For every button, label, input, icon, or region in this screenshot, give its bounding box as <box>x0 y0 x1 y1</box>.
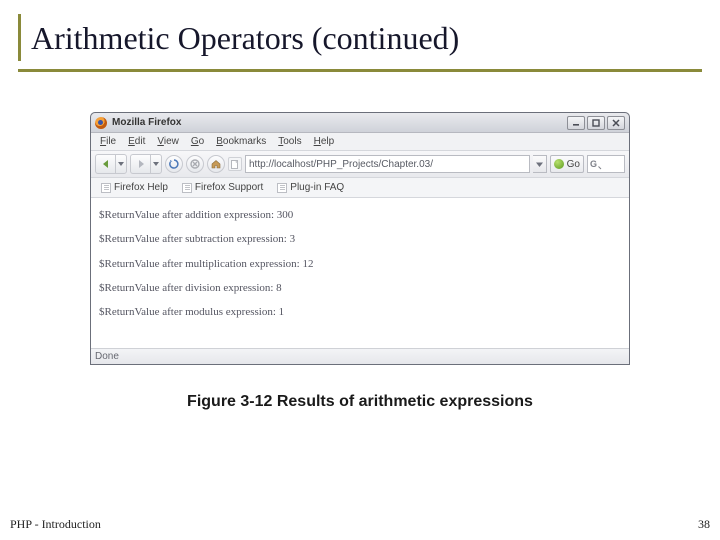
menu-go[interactable]: Go <box>186 135 209 148</box>
output-line: $ReturnValue after addition expression: … <box>99 208 621 222</box>
footer-left: PHP - Introduction <box>10 517 101 532</box>
page-icon <box>101 183 111 193</box>
firefox-icon <box>95 117 107 129</box>
slide-title: Arithmetic Operators (continued) <box>31 20 702 57</box>
menu-bookmarks[interactable]: Bookmarks <box>211 135 271 148</box>
address-input[interactable]: http://localhost/PHP_Projects/Chapter.03… <box>245 155 530 173</box>
menu-help[interactable]: Help <box>309 135 340 148</box>
reload-button[interactable] <box>165 155 183 173</box>
forward-dropdown[interactable] <box>150 154 162 174</box>
forward-button[interactable] <box>130 154 150 174</box>
bookmark-label: Plug-in FAQ <box>290 182 344 193</box>
page-content: $ReturnValue after addition expression: … <box>91 198 629 348</box>
forward-button-group <box>130 154 162 174</box>
window-titlebar: Mozilla Firefox <box>91 113 629 133</box>
output-line: $ReturnValue after modulus expression: 1 <box>99 305 621 319</box>
go-button[interactable]: Go <box>550 155 584 173</box>
go-icon <box>554 159 564 169</box>
output-line: $ReturnValue after division expression: … <box>99 281 621 295</box>
window-title: Mozilla Firefox <box>112 117 567 128</box>
menu-view[interactable]: View <box>152 135 184 148</box>
home-button[interactable] <box>207 155 225 173</box>
maximize-button[interactable] <box>587 116 605 130</box>
address-url-text: http://localhost/PHP_Projects/Chapter.03… <box>249 159 433 170</box>
address-bar-wrap: http://localhost/PHP_Projects/Chapter.03… <box>228 155 625 173</box>
menubar: File Edit View Go Bookmarks Tools Help <box>91 133 629 151</box>
menu-file[interactable]: File <box>95 135 121 148</box>
nav-toolbar: http://localhost/PHP_Projects/Chapter.03… <box>91 151 629 178</box>
minimize-button[interactable] <box>567 116 585 130</box>
back-dropdown[interactable] <box>115 154 127 174</box>
title-underline <box>18 69 702 72</box>
back-button[interactable] <box>95 154 115 174</box>
title-block: Arithmetic Operators (continued) <box>18 14 702 61</box>
figure-caption: Figure 3-12 Results of arithmetic expres… <box>18 393 702 411</box>
bookmark-label: Firefox Support <box>195 182 263 193</box>
back-button-group <box>95 154 127 174</box>
bookmark-firefox-support[interactable]: Firefox Support <box>176 180 269 195</box>
search-icon: G <box>590 158 602 170</box>
menu-tools[interactable]: Tools <box>273 135 306 148</box>
menu-edit[interactable]: Edit <box>123 135 150 148</box>
svg-text:G: G <box>590 159 597 169</box>
page-icon <box>228 157 242 171</box>
stop-button[interactable] <box>186 155 204 173</box>
page-icon <box>277 183 287 193</box>
close-button[interactable] <box>607 116 625 130</box>
bookmarks-toolbar: Firefox Help Firefox Support Plug-in FAQ <box>91 178 629 198</box>
search-input[interactable]: G <box>587 155 625 173</box>
output-line: $ReturnValue after multiplication expres… <box>99 257 621 271</box>
bookmark-label: Firefox Help <box>114 182 168 193</box>
go-label: Go <box>567 159 580 170</box>
bookmark-firefox-help[interactable]: Firefox Help <box>95 180 174 195</box>
output-line: $ReturnValue after subtraction expressio… <box>99 232 621 246</box>
slide-number: 38 <box>698 517 710 532</box>
window-buttons <box>567 116 625 130</box>
bookmark-plugin-faq[interactable]: Plug-in FAQ <box>271 180 350 195</box>
address-dropdown[interactable] <box>533 155 547 173</box>
status-bar: Done <box>91 348 629 364</box>
status-text: Done <box>95 351 119 362</box>
page-icon <box>182 183 192 193</box>
browser-window: Mozilla Firefox File Edit View Go Bookma… <box>90 112 630 365</box>
